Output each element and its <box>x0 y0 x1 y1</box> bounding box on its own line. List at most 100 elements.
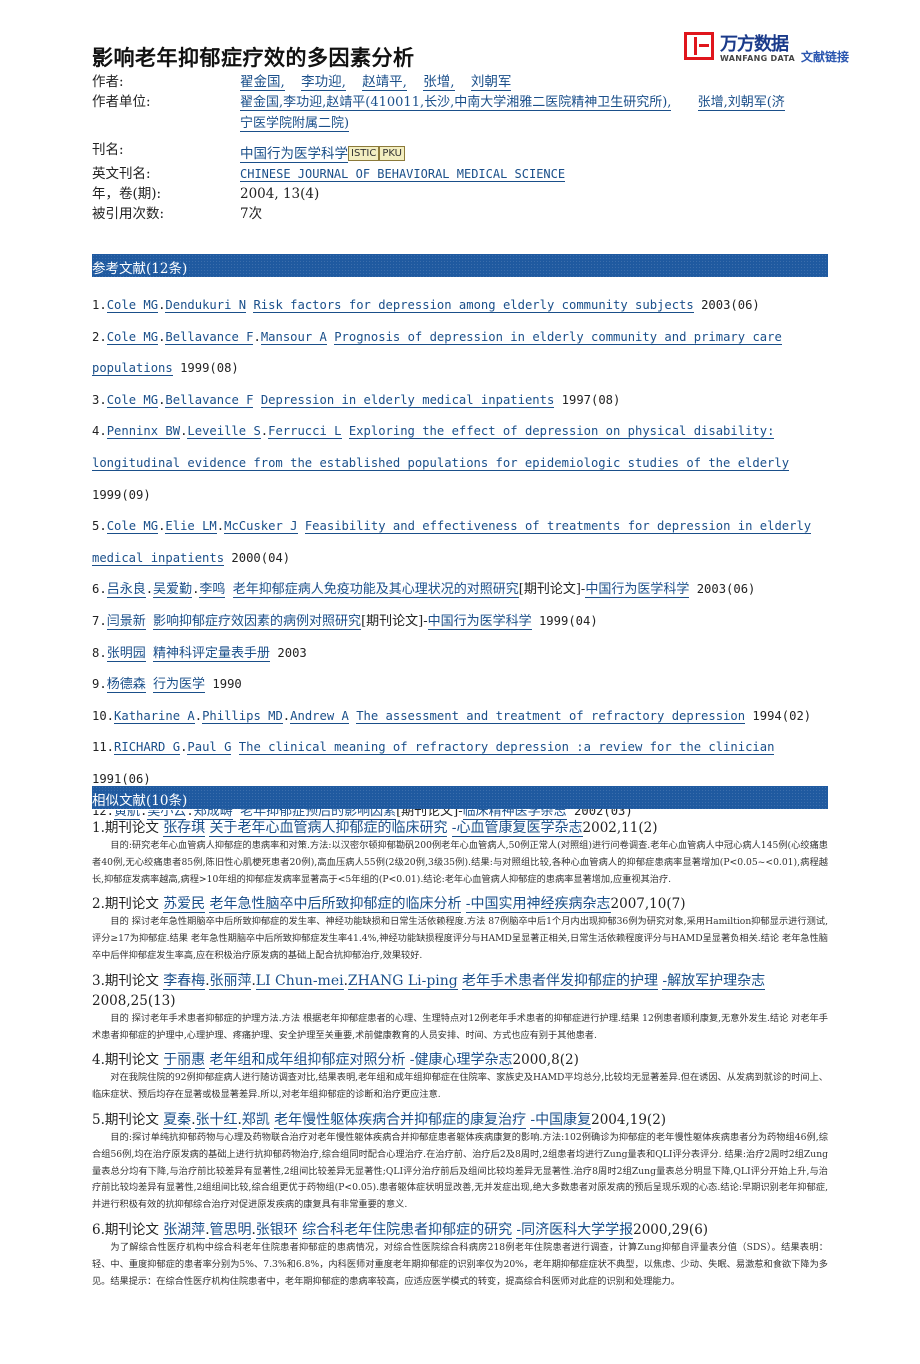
reference-author-link[interactable]: Elie LM <box>165 519 217 535</box>
reference-author-link[interactable]: Phillips MD <box>202 708 283 724</box>
similar-title-link[interactable]: 老年急性脑卒中后所致抑郁症的临床分析 <box>209 896 462 914</box>
similar-author-link[interactable]: ZHANG Li-ping <box>347 972 458 990</box>
affiliation-link[interactable]: 翟金国,李功迎,赵靖平(410011,长沙,中南大学湘雅二医院精神卫生研究所), <box>240 95 672 111</box>
reference-author-link[interactable]: Penninx BW <box>106 424 181 440</box>
reference-title-link[interactable]: Depression in elderly medical inpatients <box>260 392 555 408</box>
reference-author-link[interactable]: 杨德森 <box>106 677 146 694</box>
author-link[interactable]: 赵靖平, <box>362 74 407 91</box>
author-link[interactable]: 翟金国, <box>240 74 285 91</box>
similar-date: 2000,8(2) <box>512 1052 579 1069</box>
reference-author-link[interactable]: Leveille S <box>187 424 261 440</box>
similar-journal-link[interactable]: -同济医科大学学报 <box>516 1221 634 1239</box>
reference-title-link[interactable]: 老年抑郁症病人免疫功能及其心理状况的对照研究 <box>232 582 519 599</box>
en-journal-label: 英文刊名: <box>92 166 151 182</box>
reference-number: 1. <box>92 298 107 312</box>
reference-number: 7. <box>92 613 107 628</box>
affiliation-row: 作者单位: 翟金国,李功迎,赵靖平(410011,长沙,中南大学湘雅二医院精神卫… <box>92 92 832 134</box>
similar-journal-link[interactable]: -解放军护理杂志 <box>662 972 766 990</box>
logo-text-en: WANFANG DATA <box>720 54 795 63</box>
journal-link[interactable]: 中国行为医学科学 <box>240 146 348 163</box>
reference-number: 4. <box>92 424 107 439</box>
journal-row: 刊名: 中国行为医学科学 ISTIC PKU <box>92 140 832 164</box>
similar-item-number: 2.期刊论文 <box>92 896 159 913</box>
similar-author-link[interactable]: 张丽萍 <box>209 972 252 990</box>
similar-title-link[interactable]: 综合科老年住院患者抑郁症的研究 <box>302 1221 513 1239</box>
similar-author-link[interactable]: 李春梅 <box>163 972 206 990</box>
reference-author-link[interactable]: 闫景新 <box>106 613 146 630</box>
similar-journal-link[interactable]: -健康心理学杂志 <box>409 1052 513 1070</box>
similar-author-link[interactable]: 张银环 <box>255 1221 298 1239</box>
en-journal-link[interactable]: CHINESE JOURNAL OF BEHAVIORAL MEDICAL SC… <box>240 167 566 182</box>
reference-journal-link[interactable]: 中国行为医学科学 <box>427 613 532 630</box>
reference-author-link[interactable]: Andrew A <box>290 708 349 724</box>
affiliation-link-cont[interactable]: 宁医学院附属二院) <box>240 116 350 132</box>
reference-author-link[interactable]: Cole MG <box>106 298 159 313</box>
reference-title-link[interactable]: 影响抑郁症疗效因素的病例对照研究 <box>153 613 362 630</box>
reference-date: 1991(06) <box>92 771 151 786</box>
similar-journal-link[interactable]: -中国康复 <box>530 1111 592 1129</box>
reference-author-link[interactable]: Bellavance F <box>165 392 254 408</box>
similar-title-link[interactable]: 老年手术患者伴发抑郁症的护理 <box>462 972 659 990</box>
similar-title-link[interactable]: 老年组和成年组抑郁症对照分析 <box>209 1052 406 1070</box>
reference-date: 1990 <box>212 677 242 692</box>
reference-author-link[interactable]: Bellavance F <box>165 329 254 345</box>
reference-author-link[interactable]: Cole MG <box>106 392 159 408</box>
similar-title-link[interactable]: 老年慢性躯体疾病合并抑郁症的康复治疗 <box>274 1111 527 1129</box>
reference-type: [期刊论文]- <box>518 582 586 598</box>
reference-author-link[interactable]: Ferrucci L <box>268 424 342 440</box>
reference-title-link[interactable]: The assessment and treatment of refracto… <box>356 708 746 724</box>
reference-author-link[interactable]: RICHARD G <box>114 740 181 756</box>
author-link[interactable]: 李功迎, <box>301 74 346 91</box>
similar-heading[interactable]: 相似文献(10条) <box>92 789 188 810</box>
similar-list: 1.期刊论文 张存琪 关于老年心血管病人抑郁症的临床研究 -心血管康复医学杂志2… <box>92 818 828 1296</box>
similar-author-link[interactable]: 于丽惠 <box>163 1052 206 1070</box>
reference-author-link[interactable]: 李鸣 <box>199 582 226 599</box>
reference-title-link[interactable]: 精神科评定量表手册 <box>153 645 271 662</box>
reference-author-link[interactable]: McCusker J <box>224 519 298 535</box>
similar-item: 5.期刊论文 夏秦.张十红.郑凯 老年慢性躯体疾病合并抑郁症的康复治疗 -中国康… <box>92 1110 828 1214</box>
similar-author-link[interactable]: 张十红 <box>195 1111 238 1129</box>
similar-author-link[interactable]: 管思明 <box>209 1221 252 1239</box>
cited-value: 7次 <box>240 206 263 222</box>
similar-journal-link[interactable]: -中国实用神经疾病杂志 <box>465 896 611 914</box>
similar-author-link[interactable]: LI Chun-mei <box>255 972 344 990</box>
references-heading[interactable]: 参考文献(12条) <box>92 257 188 278</box>
similar-title-link[interactable]: 关于老年心血管病人抑郁症的临床研究 <box>209 820 448 837</box>
reference-author-link[interactable]: Paul G <box>187 740 232 756</box>
reference-author-link[interactable]: 张明园 <box>106 645 146 662</box>
author-link[interactable]: 张增, <box>423 74 455 91</box>
similar-author-link[interactable]: 苏爱民 <box>163 896 206 914</box>
reference-journal-link[interactable]: 中国行为医学科学 <box>585 582 690 599</box>
reference-author-link[interactable]: Katharine A <box>114 708 195 724</box>
similar-date: 2000,29(6) <box>633 1221 709 1238</box>
similar-item-header: 6.期刊论文 张湖萍.管思明.张银环 综合科老年住院患者抑郁症的研究 -同济医科… <box>92 1221 709 1239</box>
reference-author-link[interactable]: Cole MG <box>106 519 159 535</box>
wanfang-logo[interactable]: 万方数据 WANFANG DATA 文献链接 <box>684 30 854 70</box>
affiliation-link[interactable]: 张增,刘朝军(济 <box>697 95 785 111</box>
reference-author-link[interactable]: 吕永良 <box>106 582 146 599</box>
similar-journal-link[interactable]: -心血管康复医学杂志 <box>451 820 583 837</box>
similar-item: 4.期刊论文 于丽惠 老年组和成年组抑郁症对照分析 -健康心理学杂志2000,8… <box>92 1050 828 1104</box>
reference-author-link[interactable]: Cole MG <box>106 329 159 345</box>
reference-number: 8. <box>92 645 107 660</box>
similar-author-link[interactable]: 张湖萍 <box>163 1221 206 1239</box>
similar-author-link[interactable]: 张存琪 <box>163 820 206 837</box>
similar-date: 2004,19(2) <box>591 1111 667 1128</box>
reference-author-link[interactable]: 吴爱勤 <box>153 582 193 599</box>
reference-item: 7.闫景新 影响抑郁症疗效因素的病例对照研究[期刊论文]-中国行为医学科学 19… <box>92 606 828 638</box>
similar-author-link[interactable]: 夏秦 <box>163 1111 192 1129</box>
reference-title-link[interactable]: The clinical meaning of refractory depre… <box>238 740 775 756</box>
author-link[interactable]: 刘朝军 <box>470 74 512 91</box>
reference-date: 2000(04) <box>231 550 291 565</box>
similar-abstract: 目的:研究老年心血管病人抑郁症的患病率和对策.方法:以汉密尔顿抑郁勘矾200例老… <box>92 840 828 885</box>
reference-item: 10.Katharine A.Phillips MD.Andrew A The … <box>92 708 812 724</box>
literature-link[interactable]: 文献链接 <box>801 48 849 65</box>
reference-title-link[interactable]: Risk factors for depression among elderl… <box>253 298 694 313</box>
reference-author-link[interactable]: Mansour A <box>260 329 327 345</box>
reference-title-link[interactable]: 行为医学 <box>153 677 206 694</box>
reference-author-link[interactable]: Dendukuri N <box>165 298 247 313</box>
similar-author-link[interactable]: 郑凯 <box>241 1111 270 1129</box>
similar-item-header: 3.期刊论文 李春梅.张丽萍.LI Chun-mei.ZHANG Li-ping… <box>92 972 766 1009</box>
similar-date: 2002,11(2) <box>582 820 658 836</box>
similar-abstract: 为了解综合性医疗机构中综合科老年住院患者抑郁症的患病情况，对综合性医院综合科病房… <box>92 1241 828 1287</box>
